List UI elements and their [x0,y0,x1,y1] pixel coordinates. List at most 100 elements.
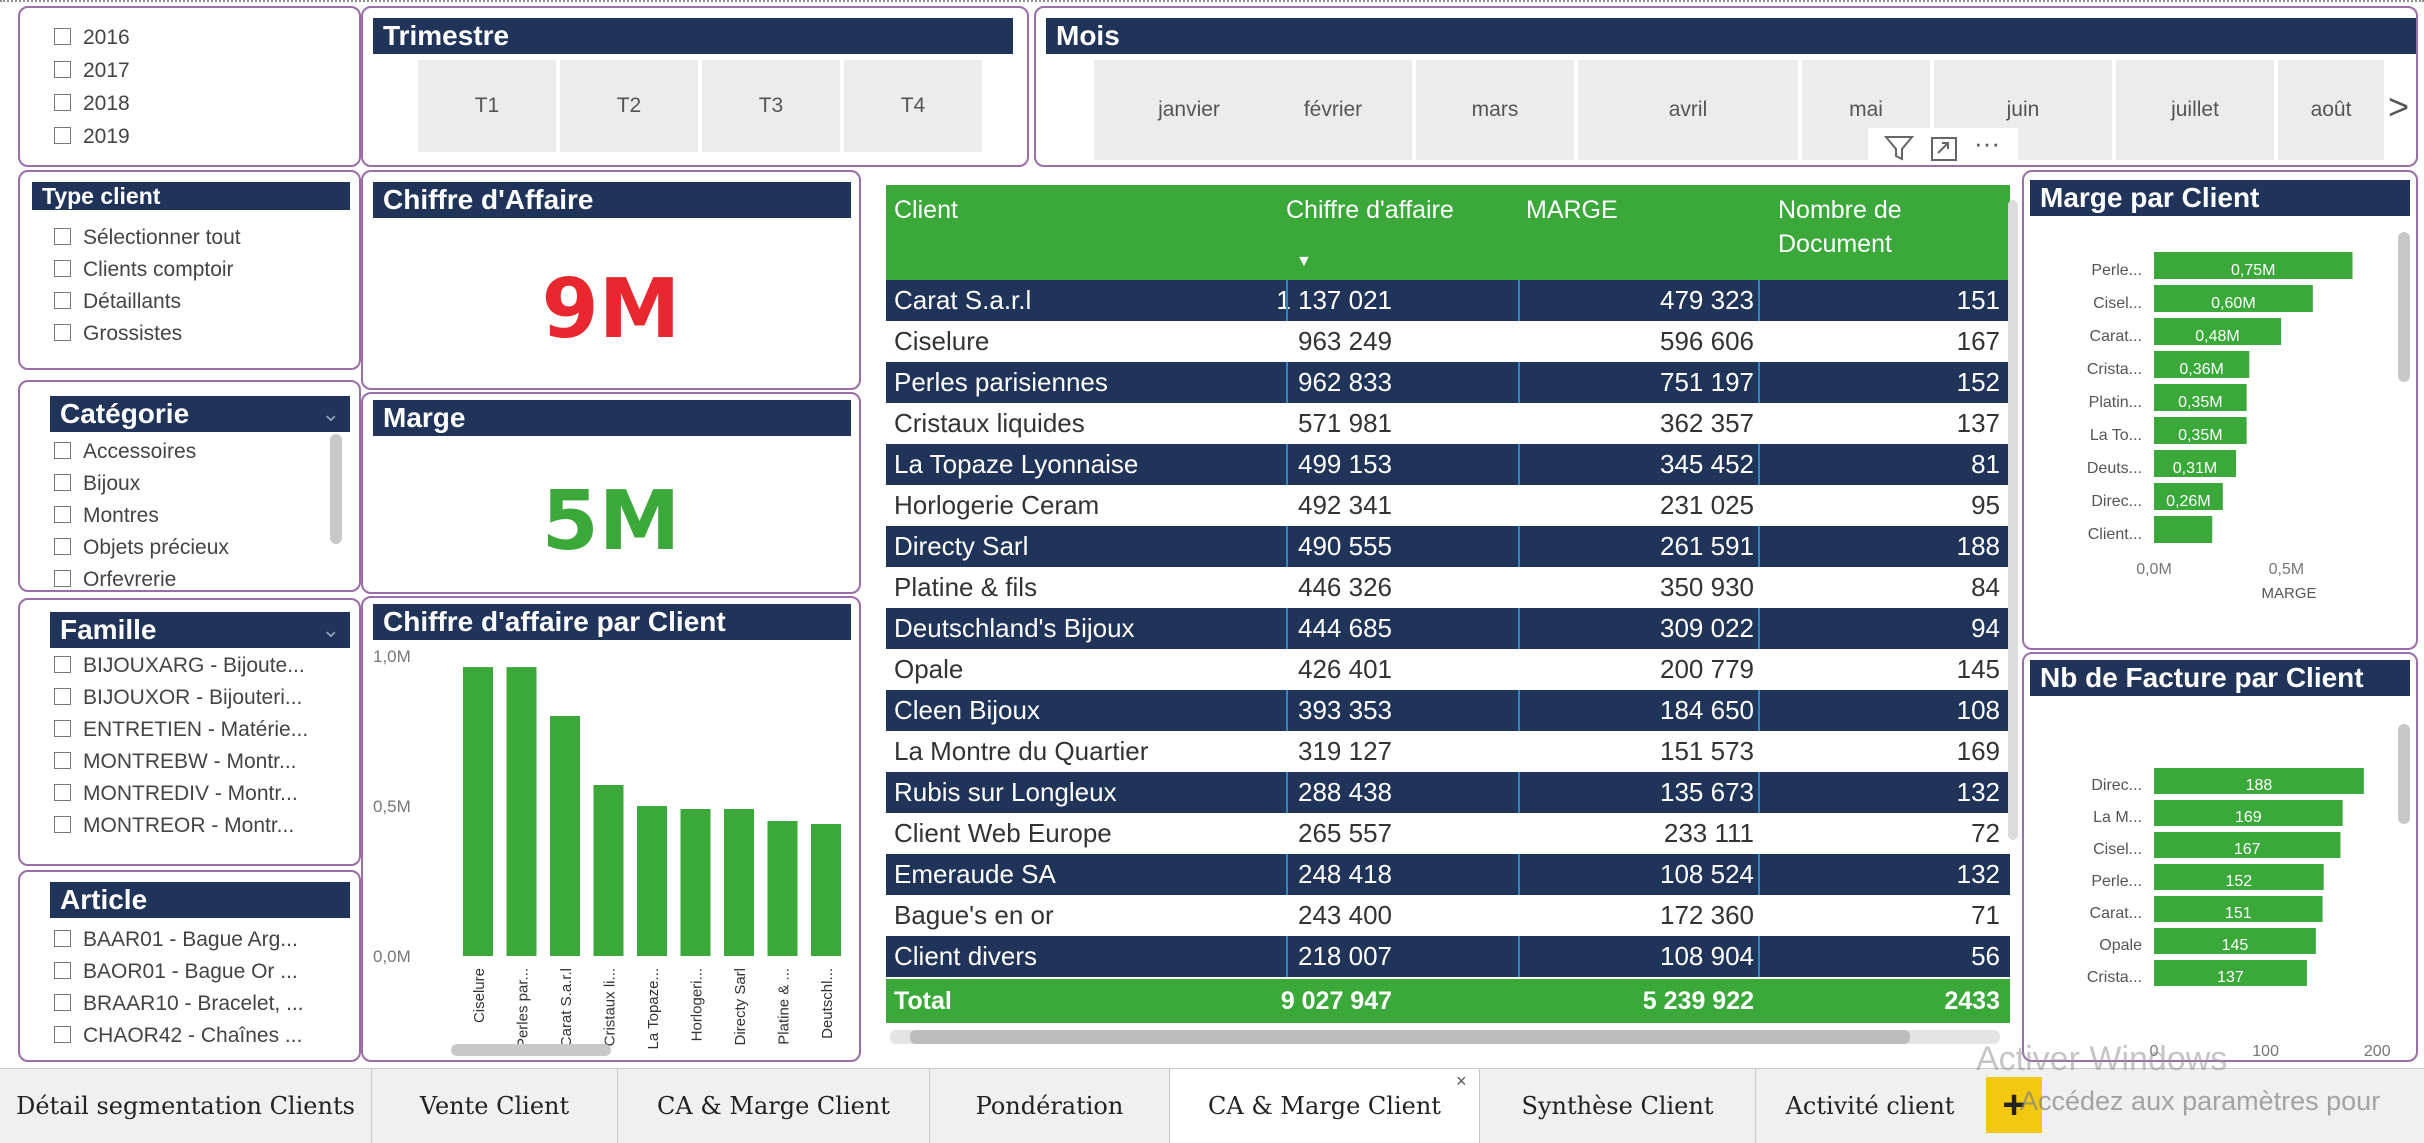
famille-option[interactable]: MONTREOR - Montr... [54,814,294,838]
scrollbar[interactable] [330,434,342,544]
checkbox[interactable] [54,1026,71,1044]
scrollbar[interactable] [2398,232,2410,382]
type-client-option[interactable]: Sélectionner tout [54,226,241,250]
filter-icon[interactable] [1884,134,1914,162]
y-tick-label: Opale [2099,937,2142,954]
famille-option[interactable]: BIJOUXARG - Bijoute... [54,654,305,678]
scrollbar[interactable] [2398,724,2410,824]
table-row[interactable]: Opale 426 401 200 779 145 [886,649,2010,690]
tab-ponderation[interactable]: Pondération [930,1069,1170,1143]
table-row[interactable]: Cleen Bijoux 393 353 184 650 108 [886,690,2010,731]
checkbox[interactable] [54,292,71,310]
table-cell: 200 779 [1660,654,1754,684]
checkbox[interactable] [54,324,71,342]
option-label: CHAOR42 - Chaînes ... [83,1024,303,1047]
tab-ca-marge-client-active[interactable]: CA & Marge Client [1170,1069,1480,1143]
trimestre-tile[interactable]: T2 [560,60,698,152]
tab-ca-marge-client[interactable]: CA & Marge Client [618,1069,930,1143]
article-option[interactable]: BRAAR10 - Bracelet, ... [54,992,304,1016]
type-client-option[interactable]: Détaillants [54,290,181,314]
famille-option[interactable]: ENTRETIEN - Matérie... [54,718,308,742]
chevron-down-icon[interactable]: ⌄ [322,612,340,648]
table-row[interactable]: Client Web Europe 265 557 233 111 72 [886,813,2010,854]
checkbox[interactable] [54,442,71,460]
article-option[interactable]: CHAOR42 - Chaînes ... [54,1024,302,1048]
checkbox[interactable] [54,720,71,738]
table-vertical-scrollbar[interactable] [2008,200,2018,840]
close-tab-icon[interactable]: × [1456,1071,1467,1092]
focus-mode-icon[interactable] [1930,136,1958,162]
type-client-option[interactable]: Grossistes [54,322,182,346]
table-row[interactable]: Emeraude SA 248 418 108 524 132 [886,854,2010,895]
y-tick-label: La To... [2090,427,2142,444]
mois-tile[interactable]: juillet [2116,60,2274,160]
trimestre-tile[interactable]: T3 [702,60,840,152]
data-label: 137 [2217,969,2244,986]
mois-tile[interactable]: février [1254,60,1412,160]
tab-activite-client[interactable]: Activité client [1756,1069,1984,1143]
table-row[interactable]: Bague's en or 243 400 172 360 71 [886,895,2010,936]
table-row[interactable]: Horlogerie Ceram 492 341 231 025 95 [886,485,2010,526]
famille-option[interactable]: BIJOUXOR - Bijouteri... [54,686,302,710]
table-row[interactable]: Directy Sarl 490 555 261 591 188 [886,526,2010,567]
categorie-option[interactable]: Objets précieux [54,536,229,560]
table-row[interactable]: La Montre du Quartier 319 127 151 573 169 [886,731,2010,772]
mois-tile[interactable]: août [2278,60,2384,160]
checkbox[interactable] [54,784,71,802]
categorie-option[interactable]: Accessoires [54,440,196,464]
checkbox[interactable] [54,61,71,79]
table-row[interactable]: Carat S.a.r.l 1 137 021 479 323 151 [886,280,2010,321]
more-options-icon[interactable]: ··· [1974,128,2000,159]
checkbox[interactable] [54,930,71,948]
table-row[interactable]: La Topaze Lyonnaise 499 153 345 452 81 [886,444,2010,485]
mois-tile[interactable]: mars [1416,60,1574,160]
checkbox[interactable] [54,228,71,246]
checkbox[interactable] [54,688,71,706]
article-option[interactable]: BAAR01 - Bague Arg... [54,928,298,952]
year-option[interactable]: 2019 [54,125,130,149]
article-option[interactable]: BAOR01 - Bague Or ... [54,960,298,984]
col-header-nb-doc[interactable]: Nombre de Document [1778,193,1978,261]
tab-detail-segmentation[interactable]: Détail segmentation Clients [0,1069,372,1143]
col-header-marge[interactable]: MARGE [1526,193,1618,227]
year-option[interactable]: 2017 [54,59,130,83]
table-row[interactable]: Rubis sur Longleux 288 438 135 673 132 [886,772,2010,813]
famille-option[interactable]: MONTREDIV - Montr... [54,782,298,806]
checkbox[interactable] [54,28,71,46]
checkbox[interactable] [54,474,71,492]
chevron-down-icon[interactable]: ⌄ [322,396,340,432]
categorie-option[interactable]: Bijoux [54,472,140,496]
checkbox[interactable] [54,94,71,112]
checkbox[interactable] [54,816,71,834]
checkbox[interactable] [54,656,71,674]
trimestre-tile[interactable]: T4 [844,60,982,152]
year-option[interactable]: 2018 [54,92,130,116]
checkbox[interactable] [54,260,71,278]
table-row[interactable]: Platine & fils 446 326 350 930 84 [886,567,2010,608]
table-horizontal-thumb[interactable] [910,1030,1910,1044]
table-row[interactable]: Perles parisiennes 962 833 751 197 152 [886,362,2010,403]
checkbox[interactable] [54,994,71,1012]
year-option[interactable]: 2016 [54,26,130,50]
trimestre-tile[interactable]: T1 [418,60,556,152]
checkbox[interactable] [54,962,71,980]
categorie-option[interactable]: Orfevrerie [54,568,176,590]
famille-option[interactable]: MONTREBW - Montr... [54,750,297,774]
tab-vente-client[interactable]: Vente Client [372,1069,618,1143]
categorie-option[interactable]: Montres [54,504,159,528]
checkbox[interactable] [54,570,71,588]
col-header-ca[interactable]: Chiffre d'affaire [1286,193,1454,227]
table-row[interactable]: Ciselure 963 249 596 606 167 [886,321,2010,362]
table-row[interactable]: Cristaux liquides 571 981 362 357 137 [886,403,2010,444]
checkbox[interactable] [54,538,71,556]
chevron-right-icon[interactable]: > [2388,86,2409,128]
checkbox[interactable] [54,127,71,145]
checkbox[interactable] [54,506,71,524]
type-client-option[interactable]: Clients comptoir [54,258,234,282]
col-header-client[interactable]: Client [894,193,958,227]
table-row[interactable]: Deutschland's Bijoux 444 685 309 022 94 [886,608,2010,649]
checkbox[interactable] [54,752,71,770]
table-row[interactable]: Client divers 218 007 108 904 56 [886,936,2010,977]
tab-synthese-client[interactable]: Synthèse Client [1480,1069,1756,1143]
mois-tile[interactable]: avril [1578,60,1798,160]
